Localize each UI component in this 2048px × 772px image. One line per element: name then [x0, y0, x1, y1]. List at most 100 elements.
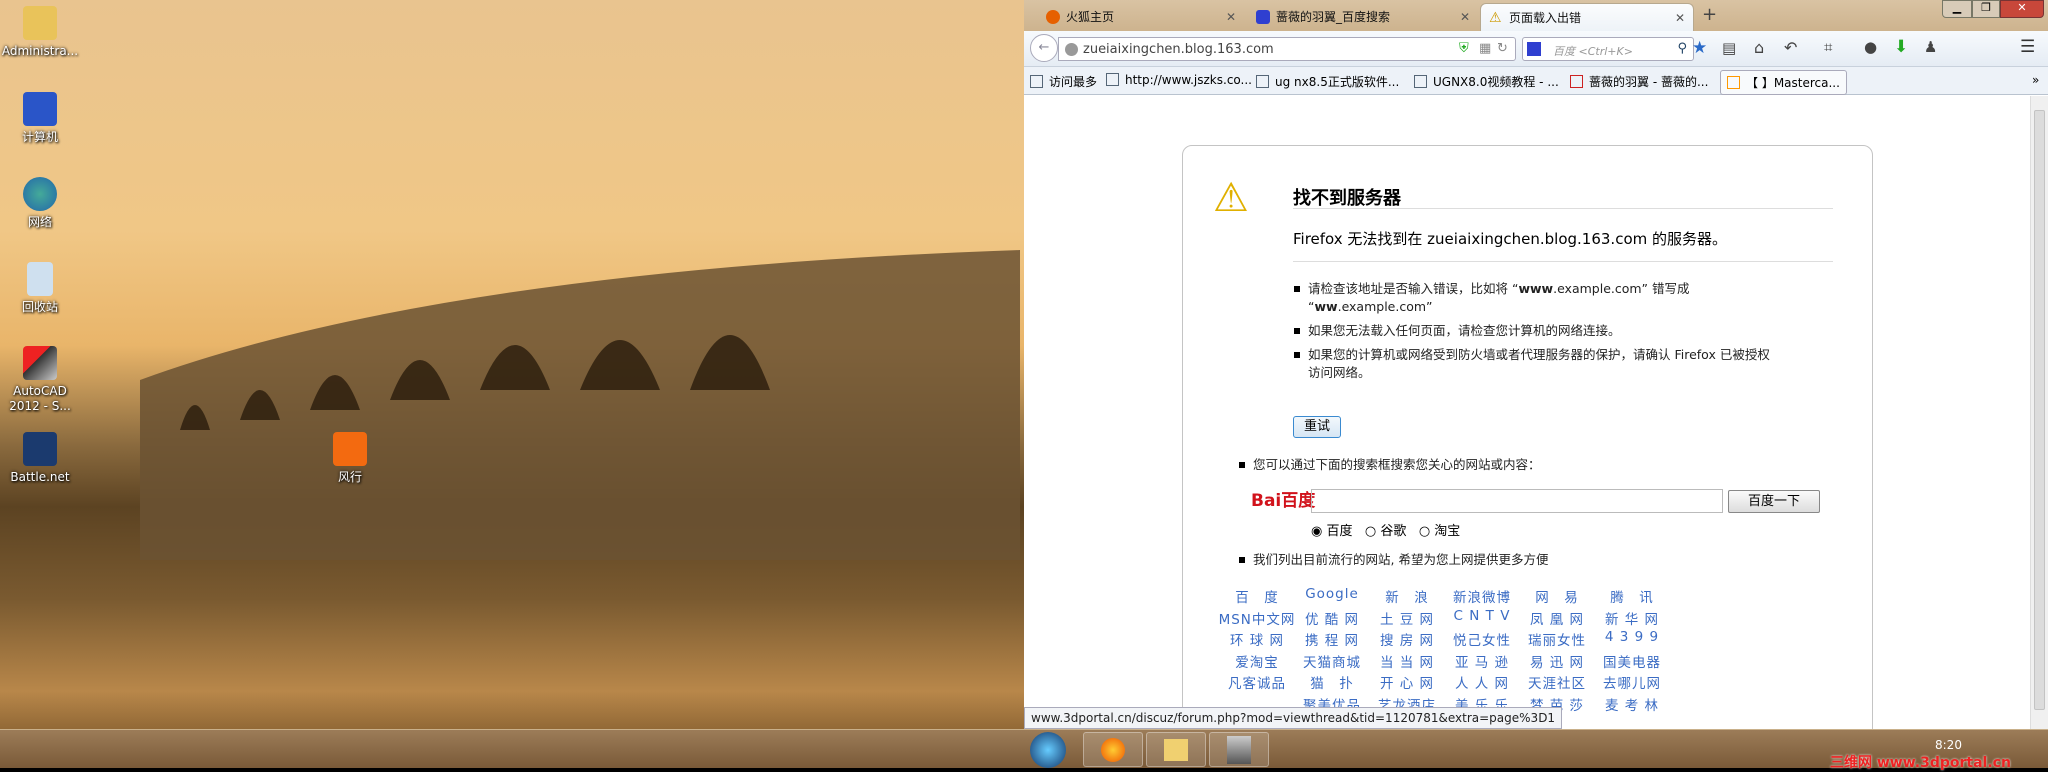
- close-window-button[interactable]: ✕: [2000, 0, 2044, 18]
- radio-google[interactable]: ○ 谷歌: [1365, 524, 1407, 539]
- taskbar-image-viewer[interactable]: [1209, 732, 1269, 767]
- status-url-tooltip: www.3dportal.cn/discuz/forum.php?mod=vie…: [1024, 707, 1563, 729]
- watermark: 三维网 www.3dportal.cn: [1830, 755, 2011, 771]
- globe-icon: [1065, 43, 1078, 56]
- taskbar-firefox[interactable]: [1083, 732, 1143, 767]
- bridge-image: [140, 250, 1020, 560]
- folder-icon: [1164, 739, 1188, 761]
- baidu-paw-icon: [1527, 42, 1541, 56]
- tab-page-error[interactable]: ⚠ 页面载入出错 ✕: [1480, 3, 1694, 31]
- bookmark-star-icon[interactable]: ★: [1692, 38, 1707, 58]
- error-description: Firefox 无法找到在 zueiaixingchen.blog.163.co…: [1293, 230, 1728, 248]
- desktop-icon-funshion[interactable]: 风行: [310, 432, 390, 485]
- desktop-icon-recycle-bin[interactable]: 回收站: [0, 262, 80, 315]
- battlenet-icon: [23, 432, 57, 466]
- reload-icon[interactable]: ↻: [1497, 41, 1508, 56]
- divider: [1293, 208, 1833, 209]
- scrollbar-thumb[interactable]: [2034, 110, 2045, 710]
- restore-button[interactable]: ❐: [1972, 0, 2000, 18]
- shield-icon: ⛨: [1459, 41, 1469, 56]
- start-button[interactable]: [1030, 732, 1066, 768]
- bookmark-item[interactable]: http://www.jszks.co...: [1106, 73, 1252, 87]
- bookmark-icon: [1414, 75, 1427, 88]
- user-folder-icon: [23, 6, 57, 40]
- site-link[interactable]: 4 3 9 9: [1582, 629, 1682, 645]
- chat-icon[interactable]: ●: [1864, 38, 1877, 56]
- desktop-icon-battlenet[interactable]: Battle.net: [0, 432, 80, 485]
- bookmark-item[interactable]: 访问最多: [1030, 73, 1097, 90]
- firefox-icon: [1046, 10, 1060, 24]
- firefox-window: 火狐主页 ✕ 蔷薇的羽翼_百度搜索 ✕ ⚠ 页面载入出错 ✕ + ▁ ❐ ✕ ← zue…: [1024, 0, 2048, 729]
- close-tab-icon[interactable]: ✕: [1226, 3, 1236, 31]
- tab-firefox-home[interactable]: 火狐主页 ✕: [1038, 3, 1244, 31]
- home-icon[interactable]: ⌂: [1754, 38, 1764, 57]
- navigation-toolbar: ← zueiaixingchen.blog.163.com ⛨ ▦ ↻ 百度 <…: [1024, 31, 2048, 67]
- site-link[interactable]: 麦 考 林: [1582, 694, 1682, 714]
- retry-button[interactable]: 重试: [1293, 416, 1341, 438]
- menu-icon[interactable]: ☰: [2020, 37, 2035, 57]
- bookmark-item[interactable]: UGNX8.0视频教程 - ...: [1414, 73, 1559, 90]
- back-button[interactable]: ←: [1030, 34, 1058, 62]
- site-link[interactable]: 新 华 网: [1582, 608, 1682, 628]
- error-box: ⚠ 找不到服务器 Firefox 无法找到在 zueiaixingchen.bl…: [1182, 145, 1873, 729]
- site-link[interactable]: 腾 讯: [1582, 586, 1682, 606]
- vertical-scrollbar[interactable]: [2030, 96, 2048, 729]
- error-bullet-2: 如果您无法载入任何页面，请检查您计算机的网络连接。: [1294, 323, 1621, 338]
- baidu-paw-icon: [1256, 10, 1270, 24]
- bookmark-icon: [1570, 75, 1583, 88]
- page-content: ⚠ 找不到服务器 Firefox 无法找到在 zueiaixingchen.bl…: [1024, 96, 2030, 729]
- new-tab-button[interactable]: +: [1702, 4, 1717, 25]
- error-bullet-1: 请检查该地址是否输入错误，比如将 “www.example.com” 错写成 “w…: [1294, 281, 1690, 314]
- desktop-icon-administrator[interactable]: Administra...: [0, 6, 80, 59]
- bookmarks-menu-icon[interactable]: ▤: [1722, 39, 1736, 57]
- radio-baidu[interactable]: ◉ 百度: [1311, 524, 1353, 539]
- minimize-button[interactable]: ▁: [1942, 0, 1972, 18]
- screenshot-icon[interactable]: ⌗: [1824, 38, 1832, 56]
- baidu-search-input[interactable]: [1311, 489, 1723, 513]
- funshion-icon: [333, 432, 367, 466]
- search-hint: 您可以通过下面的搜索框搜索您关心的网站或内容：: [1239, 457, 1541, 472]
- tab-bar: 火狐主页 ✕ 蔷薇的羽翼_百度搜索 ✕ ⚠ 页面载入出错 ✕ + ▁ ❐ ✕: [1024, 0, 2048, 31]
- bookmark-icon: [1030, 75, 1043, 88]
- warning-icon: ⚠: [1213, 175, 1249, 221]
- network-icon: [23, 177, 57, 211]
- bookmark-item[interactable]: 蔷薇的羽翼 - 蔷薇的...: [1570, 73, 1708, 90]
- download-icon[interactable]: ⬇: [1894, 37, 1908, 57]
- recycle-bin-icon: [27, 262, 53, 296]
- baidu-logo: Bai百度: [1251, 491, 1316, 511]
- more-bookmarks-chevron-icon[interactable]: »: [2032, 73, 2039, 87]
- bookmark-icon: [1256, 75, 1269, 88]
- clock[interactable]: 8:20: [1935, 738, 1962, 752]
- search-icon[interactable]: ⚲: [1677, 41, 1687, 56]
- desktop-icon-network[interactable]: 网络: [0, 177, 80, 230]
- tab-baidu-search[interactable]: 蔷薇的羽翼_百度搜索 ✕: [1248, 3, 1478, 31]
- autocad-icon: [23, 346, 57, 380]
- close-tab-icon[interactable]: ✕: [1675, 4, 1685, 32]
- close-tab-icon[interactable]: ✕: [1460, 3, 1470, 31]
- site-link[interactable]: 国美电器: [1582, 651, 1682, 671]
- search-bar[interactable]: 百度 <Ctrl+K> ⚲: [1522, 37, 1694, 61]
- baidu-search-button[interactable]: 百度一下: [1728, 490, 1820, 513]
- desktop-icon-autocad[interactable]: AutoCAD 2012 - S...: [0, 346, 80, 414]
- warning-icon: ⚠: [1489, 10, 1502, 26]
- bookmark-icon: [1727, 76, 1740, 89]
- firefox-icon: [1101, 738, 1125, 762]
- account-icon[interactable]: ♟: [1924, 38, 1937, 56]
- site-link[interactable]: 去哪儿网: [1582, 672, 1682, 692]
- bookmark-item[interactable]: ug nx8.5正式版软件...: [1256, 73, 1399, 90]
- computer-icon: [23, 92, 57, 126]
- taskbar-explorer[interactable]: [1146, 732, 1206, 767]
- bookmark-item[interactable]: 【 】Masterca...: [1720, 70, 1847, 95]
- url-bar[interactable]: zueiaixingchen.blog.163.com ⛨ ▦ ↻: [1058, 37, 1516, 61]
- undo-icon[interactable]: ↶: [1784, 38, 1797, 57]
- url-text[interactable]: zueiaixingchen.blog.163.com: [1083, 42, 1274, 57]
- divider: [1293, 261, 1833, 262]
- desktop-icon-computer[interactable]: 计算机: [0, 92, 80, 145]
- taskbar: 8:20 三维网 www.3dportal.cn: [0, 729, 2048, 771]
- radio-taobao[interactable]: ○ 淘宝: [1419, 524, 1461, 539]
- bookmarks-toolbar: 访问最多 http://www.jszks.co... ug nx8.5正式版软…: [1024, 67, 2048, 95]
- qr-code-icon[interactable]: ▦: [1479, 41, 1491, 56]
- sites-hint: 我们列出目前流行的网站, 希望为您上网提供更多方便: [1238, 552, 1549, 567]
- error-bullet-3: 如果您的计算机或网络受到防火墙或者代理服务器的保护，请确认 Firefox 已被…: [1294, 346, 1778, 382]
- photo-thumbnail-icon: [1227, 736, 1251, 764]
